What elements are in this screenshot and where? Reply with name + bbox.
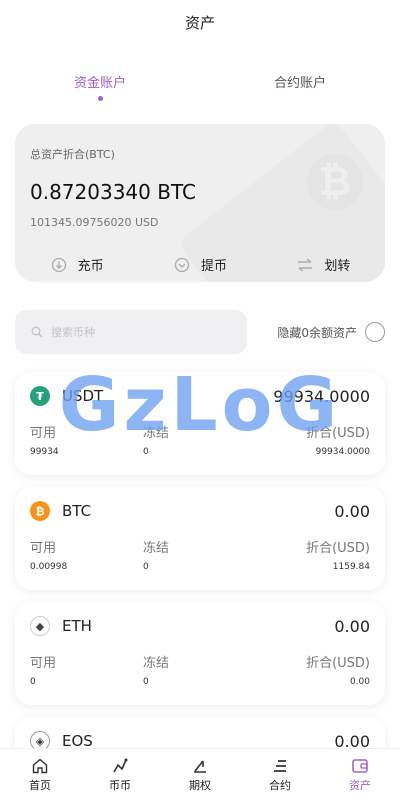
deposit-icon: [50, 256, 68, 274]
nav-spot-label: 币币: [109, 778, 131, 792]
eth-icon: ◆: [30, 616, 50, 636]
summary-section: ₿ 总资产折合(BTC) 0.87203340 BTC 101345.09756…: [0, 114, 400, 302]
equivalent-label: 折合(USD): [306, 656, 370, 671]
transfer-icon: [296, 256, 314, 274]
account-tabs: 资金账户 合约账户: [0, 44, 400, 114]
frozen-value: 0: [143, 677, 149, 687]
nav-contract-label: 合约: [269, 778, 291, 792]
contract-icon: [274, 759, 286, 772]
nav-home[interactable]: 首页: [0, 749, 80, 800]
total-assets-btc: 0.87203340 BTC: [30, 180, 196, 204]
search-input[interactable]: 搜索币种: [15, 310, 247, 354]
usdt-icon: ₮: [30, 386, 50, 406]
deposit-button[interactable]: 充币: [15, 255, 138, 274]
asset-total: 99934.0000: [273, 386, 370, 406]
deposit-label: 充币: [77, 259, 104, 274]
asset-symbol: BTC: [62, 502, 92, 520]
btc-icon: ₿: [30, 501, 50, 521]
search-row: 搜索币种 隐藏0余额资产: [0, 302, 400, 362]
frozen-label: 冻结: [143, 426, 170, 441]
nav-home-label: 首页: [29, 778, 51, 792]
nav-assets[interactable]: 资产: [320, 749, 400, 800]
nav-options[interactable]: 期权: [160, 749, 240, 800]
asset-symbol: ETH: [62, 617, 92, 635]
search-placeholder: 搜索币种: [51, 326, 95, 339]
frozen-value: 0: [143, 447, 149, 457]
asset-card-usdt[interactable]: ₮ USDT 99934.0000 可用 冻结 折合(USD) 99934 0 …: [15, 372, 385, 475]
asset-total: 0.00: [334, 501, 370, 521]
withdraw-label: 提币: [200, 259, 227, 274]
wallet-icon: [352, 758, 368, 773]
asset-symbol: USDT: [62, 387, 104, 405]
total-assets-label: 总资产折合(BTC): [30, 148, 115, 161]
bottom-nav: 首页 币币 期权 合约 资产: [0, 748, 400, 800]
equivalent-value: 99934.0000: [315, 447, 370, 457]
equivalent-value: 0.00: [349, 677, 370, 687]
home-icon: [32, 758, 48, 773]
asset-card-eth[interactable]: ◆ ETH 0.00 可用 冻结 折合(USD) 0 0 0.00: [15, 602, 385, 705]
available-label: 可用: [30, 426, 57, 441]
asset-total: 0.00: [334, 616, 370, 636]
transfer-label: 划转: [324, 259, 351, 274]
available-value: 99934: [30, 447, 59, 457]
hide-zero-balance-toggle[interactable]: 隐藏0余额资产: [277, 322, 385, 342]
available-value: 0.00998: [30, 562, 68, 572]
nav-contract[interactable]: 合约: [240, 749, 320, 800]
equivalent-value: 1159.84: [332, 562, 370, 572]
asset-list: ₮ USDT 99934.0000 可用 冻结 折合(USD) 99934 0 …: [0, 362, 400, 800]
total-assets-usd: 101345.09756020 USD: [30, 216, 159, 229]
frozen-label: 冻结: [143, 541, 170, 556]
nav-spot[interactable]: 币币: [80, 749, 160, 800]
frozen-value: 0: [143, 562, 149, 572]
equivalent-label: 折合(USD): [306, 541, 370, 556]
asset-card-btc[interactable]: ₿ BTC 0.00 可用 冻结 折合(USD) 0.00998 0 1159.…: [15, 487, 385, 590]
tab-funding-account[interactable]: 资金账户: [0, 72, 200, 114]
available-value: 0: [30, 677, 36, 687]
asset-actions: 充币 提币 划转: [15, 255, 385, 274]
page-title: 资产: [184, 13, 215, 32]
hide-zero-radio[interactable]: [365, 322, 385, 342]
nav-options-label: 期权: [189, 778, 211, 792]
search-icon: [31, 323, 43, 342]
equivalent-label: 折合(USD): [306, 426, 370, 441]
available-label: 可用: [30, 541, 57, 556]
hide-zero-label: 隐藏0余额资产: [277, 325, 357, 340]
tab-contract-account[interactable]: 合约账户: [200, 72, 400, 114]
frozen-label: 冻结: [143, 656, 170, 671]
withdraw-icon: [173, 256, 191, 274]
options-icon: [194, 760, 206, 773]
top-bar: 资产: [0, 0, 400, 44]
spot-icon: [113, 758, 128, 772]
total-assets-card: ₿ 总资产折合(BTC) 0.87203340 BTC 101345.09756…: [15, 124, 385, 282]
available-label: 可用: [30, 656, 57, 671]
transfer-button[interactable]: 划转: [262, 255, 385, 274]
nav-assets-label: 资产: [349, 778, 371, 792]
withdraw-button[interactable]: 提币: [138, 255, 261, 274]
